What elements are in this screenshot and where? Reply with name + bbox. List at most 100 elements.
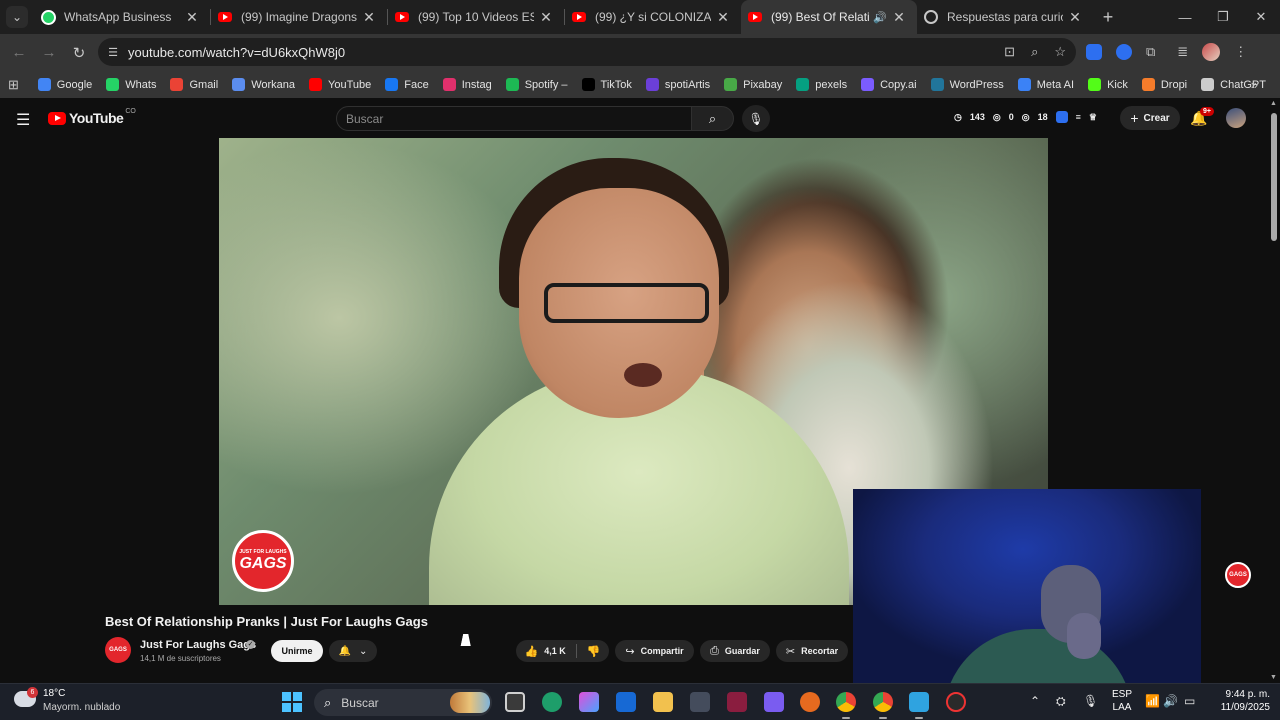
zoom-icon[interactable]: ⌕ [1031, 44, 1038, 60]
reload-icon[interactable]: ↻ [64, 44, 94, 62]
obs-record-icon[interactable] [946, 692, 966, 712]
speaker-icon[interactable]: 🔊 [873, 11, 887, 24]
hamburger-menu-icon[interactable]: ☰ [16, 110, 30, 130]
tray-app-icon[interactable]: ⛭ [1056, 694, 1066, 709]
apps-grid-icon[interactable]: ⊞ [8, 77, 22, 93]
chrome-profile-icon[interactable] [873, 692, 893, 719]
copilot-icon[interactable] [579, 692, 599, 712]
subscription-bell-button[interactable]: 🔔 ⌄ [329, 640, 377, 662]
user-avatar[interactable] [1226, 108, 1246, 128]
volume-icon[interactable]: 🔊 [1163, 694, 1178, 708]
task-view-icon[interactable] [505, 692, 525, 712]
join-button[interactable]: Unirme [271, 640, 323, 662]
profile-avatar[interactable] [1202, 43, 1221, 61]
wifi-icon[interactable]: 📶 [1145, 694, 1160, 708]
close-icon[interactable]: ✕ [538, 9, 554, 26]
channel-watermark[interactable]: GAGS [1225, 562, 1251, 588]
tab-respuestas[interactable]: Respuestas para curiosidad ✕ [917, 0, 1093, 34]
new-tab-button[interactable]: + [1093, 7, 1123, 28]
tab-imagine-dragons[interactable]: (99) Imagine Dragons - Bo ✕ [211, 0, 387, 34]
create-button[interactable]: + Crear [1120, 106, 1180, 130]
taskbar-search[interactable]: ⌕ Buscar [314, 689, 492, 716]
tray-chevron-icon[interactable]: ⌃ [1030, 694, 1040, 708]
media-control-icon[interactable]: ≣ [1177, 44, 1188, 60]
scroll-up-icon[interactable]: ▲ [1270, 100, 1277, 107]
notepad-icon[interactable] [909, 692, 929, 719]
extension-translate-icon[interactable] [1086, 44, 1102, 60]
app-cube-icon[interactable] [690, 692, 710, 712]
bookmark-star-icon[interactable]: ☆ [1054, 44, 1066, 60]
close-icon[interactable]: ✕ [184, 9, 200, 26]
back-icon[interactable]: ← [4, 44, 34, 61]
thumbs-down-icon[interactable]: 👎 [587, 645, 601, 658]
thumbs-up-icon[interactable]: 👍 [525, 645, 539, 658]
bookmark-gmail[interactable]: Gmail [170, 78, 218, 91]
chrome-icon[interactable] [836, 692, 856, 719]
bookmark-dropi[interactable]: Dropi [1141, 78, 1187, 91]
close-icon[interactable]: ✕ [891, 9, 907, 26]
achievement-icon[interactable]: ♕ [1089, 112, 1097, 123]
bookmark-workana[interactable]: Workana [232, 78, 295, 91]
bookmark-google[interactable]: Google [37, 78, 92, 91]
save-button[interactable]: ⎙ Guardar [700, 640, 770, 662]
bookmark-wordpress[interactable]: WordPress [930, 78, 1004, 91]
voice-search-button[interactable]: 🎙 [742, 105, 770, 132]
tab-whatsapp[interactable]: WhatsApp Business ✕ [34, 0, 210, 34]
site-info-icon[interactable]: ☰ [98, 46, 128, 59]
edge-icon[interactable] [542, 692, 562, 712]
bookmark-spotiartis[interactable]: spotiArtis [645, 78, 710, 91]
minimize-icon[interactable]: — [1166, 0, 1204, 34]
bookmark-kick[interactable]: Kick [1088, 78, 1128, 91]
bookmark-pixabay[interactable]: Pixabay [724, 78, 782, 91]
temperature[interactable]: 18°C [43, 688, 65, 699]
file-explorer-icon[interactable] [653, 692, 673, 712]
bookmark-tiktok[interactable]: TikTok [581, 78, 632, 91]
bookmark-copy-ai[interactable]: Copy.ai [861, 78, 917, 91]
weather-condition[interactable]: Mayorm. nublado [43, 702, 120, 713]
tab-search-button[interactable]: ⌄ [0, 0, 34, 34]
channel-name[interactable]: Just For Laughs Gags [140, 639, 256, 651]
bookmark-instag[interactable]: Instag [442, 78, 492, 91]
bookmark-youtube[interactable]: YouTube [309, 78, 371, 91]
bookmark-whats[interactable]: Whats [106, 78, 156, 91]
tray-mic-icon[interactable]: 🎙 [1083, 694, 1098, 708]
youtube-logo[interactable]: YouTube CO [48, 108, 136, 126]
menu-kebab-icon[interactable]: ⋮ [1234, 44, 1247, 60]
battery-icon[interactable]: ▭ [1184, 694, 1195, 708]
address-bar[interactable]: ☰ youtube.com/watch?v=dU6kxQhW8j0 ⊡ ⌕ ☆ [98, 38, 1076, 66]
snipping-tool-icon[interactable] [764, 692, 784, 712]
store-icon[interactable] [616, 692, 636, 712]
scrollbar-thumb[interactable] [1271, 113, 1277, 241]
bookmark-pexels[interactable]: pexels [796, 78, 847, 91]
tab-colonizamos[interactable]: (99) ¿Y si COLONIZAMOS M ✕ [565, 0, 741, 34]
install-app-icon[interactable]: ⊡ [1004, 44, 1015, 60]
extension-vidiq-icon[interactable] [1116, 44, 1132, 60]
maximize-icon[interactable]: ❐ [1204, 0, 1242, 34]
more-bookmarks-icon[interactable]: » [1251, 71, 1258, 98]
input-language[interactable]: ESP LAA [1112, 688, 1132, 714]
tab-top-10[interactable]: (99) Top 10 Videos ESCALO ✕ [388, 0, 564, 34]
page-scrollbar[interactable]: ▲ ▼ [1268, 98, 1280, 683]
tab-best-of-relationship[interactable]: (99) Best Of Relationshi 🔊 ✕ [741, 0, 917, 34]
forward-icon[interactable]: → [34, 44, 64, 61]
windows-start-icon[interactable] [282, 692, 302, 712]
search-button[interactable]: ⌕ [691, 106, 734, 131]
close-icon[interactable]: ✕ [1067, 9, 1083, 26]
extensions-puzzle-icon[interactable]: ⧉ [1146, 44, 1155, 60]
share-button[interactable]: ↪ Compartir [615, 640, 694, 662]
like-count[interactable]: 4,1 K [544, 646, 566, 656]
search-input[interactable] [337, 107, 667, 130]
channel-avatar[interactable]: GAGS [105, 637, 131, 663]
system-clock[interactable]: 9:44 p. m. 11/09/2025 [1206, 688, 1270, 714]
app-capcut-icon[interactable] [727, 692, 747, 712]
bookmark-face[interactable]: Face [385, 78, 429, 91]
close-icon[interactable]: ✕ [361, 9, 377, 26]
close-icon[interactable]: ✕ [715, 9, 731, 26]
close-window-icon[interactable]: ✕ [1242, 0, 1280, 34]
scroll-down-icon[interactable]: ▼ [1270, 674, 1277, 681]
clip-button[interactable]: ✂ Recortar [776, 640, 848, 662]
extension-icon[interactable] [1055, 111, 1068, 123]
bookmark-meta-ai[interactable]: Meta AI [1017, 78, 1074, 91]
extension-stats[interactable]: ◷ 143 ◎ 0 ◎ 18 ≡ ♕ [954, 111, 1097, 123]
bookmark-spotify[interactable]: Spotify – [505, 78, 568, 91]
